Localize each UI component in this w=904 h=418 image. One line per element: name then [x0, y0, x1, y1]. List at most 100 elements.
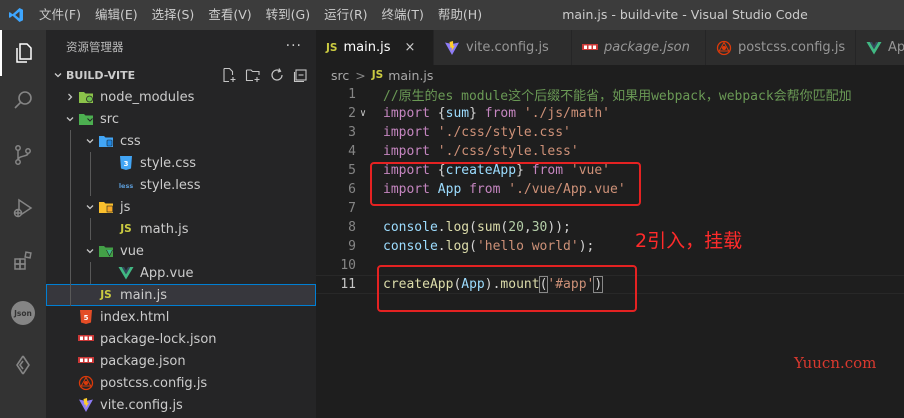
chevron-down-icon	[82, 130, 98, 152]
code-token: console	[383, 239, 438, 254]
npm-file-icon	[78, 353, 94, 369]
folder-icon	[98, 199, 114, 215]
tree-file[interactable]: JS math.js	[46, 218, 316, 240]
code-token: (	[469, 220, 477, 235]
explorer-icon[interactable]	[0, 30, 46, 76]
menu-item[interactable]: 编辑(E)	[88, 0, 145, 30]
breadcrumb: src > JS main.js	[316, 65, 904, 85]
menu-item[interactable]: 转到(G)	[259, 0, 317, 30]
explorer-sidebar: 资源管理器 ··· BUILD-VITE node_modules src css 3…	[46, 30, 316, 418]
code-line[interactable]: 3 import './css/style.css'	[316, 123, 904, 142]
line-source: console.log('hello world');	[383, 239, 594, 254]
tab-main-js[interactable]: JS main.js ×	[316, 30, 434, 65]
code-token: sum	[476, 220, 501, 235]
workspace-section-header[interactable]: BUILD-VITE	[46, 64, 316, 86]
refresh-icon[interactable]	[268, 66, 286, 84]
line-source: import './css/style.less'	[383, 144, 579, 159]
close-icon[interactable]: ×	[404, 40, 415, 55]
menu-item[interactable]: 帮助(H)	[431, 0, 489, 30]
search-icon[interactable]	[0, 78, 46, 124]
line-number: 2	[348, 106, 356, 121]
menu-item[interactable]: 查看(V)	[201, 0, 258, 30]
tree-file[interactable]: {less} style.less	[46, 174, 316, 196]
new-folder-icon[interactable]	[244, 66, 262, 84]
collapse-all-icon[interactable]	[292, 66, 310, 84]
json-extension-icon[interactable]: Json	[0, 290, 46, 336]
code-token: console	[383, 220, 438, 235]
line-number: 3	[348, 125, 356, 140]
code-token: 30	[531, 220, 548, 235]
tree-folder[interactable]: src	[46, 108, 316, 130]
new-file-icon[interactable]	[220, 66, 238, 84]
line-number: 1	[348, 87, 356, 102]
explorer-actions	[220, 66, 310, 84]
tree-file[interactable]: package.json	[46, 350, 316, 372]
chevron-down-icon	[82, 240, 98, 262]
tree-file[interactable]: App.vue	[46, 262, 316, 284]
code-line[interactable]: 9 console.log('hello world');	[316, 237, 904, 256]
remote-explorer-icon[interactable]	[0, 342, 46, 388]
tab-postcss-config-js[interactable]: postcss.config.js	[706, 30, 856, 65]
breadcrumb-file[interactable]: main.js	[388, 68, 433, 83]
code-token: (	[469, 239, 477, 254]
code-line[interactable]: 1 //原生的es module这个后缀不能省，如果用webpack，webpac…	[316, 85, 904, 104]
tree-file[interactable]: package-lock.json	[46, 328, 316, 350]
tree-file[interactable]: 3 style.css	[46, 152, 316, 174]
tree-file[interactable]: JS main.js	[46, 284, 316, 306]
js-file-icon: JS	[100, 289, 112, 301]
tree-file[interactable]: postcss.config.js	[46, 372, 316, 394]
menu-bar: 文件(F) 编辑(E) 选择(S) 查看(V) 转到(G) 运行(R) 终端(T) 帮助(H)	[32, 0, 489, 30]
line-number: 7	[348, 201, 356, 216]
menu-item[interactable]: 选择(S)	[145, 0, 202, 30]
breadcrumb-folder[interactable]: src	[331, 68, 349, 83]
vue-file-icon	[118, 265, 134, 281]
tree-file[interactable]: 5 index.html	[46, 306, 316, 328]
css-file-icon: 3	[118, 155, 134, 171]
tree-folder[interactable]: css	[46, 130, 316, 152]
source-control-icon[interactable]	[0, 132, 46, 178]
tab-app[interactable]: App	[856, 30, 904, 65]
line-source: import './css/style.css'	[383, 125, 571, 140]
tree-folder[interactable]: js	[46, 196, 316, 218]
chevron-down-icon	[82, 196, 98, 218]
code-token: import	[383, 106, 430, 121]
tree-folder[interactable]: node_modules	[46, 86, 316, 108]
menu-item[interactable]: 运行(R)	[317, 0, 374, 30]
activity-bar: Json	[0, 30, 46, 418]
code-line[interactable]: 2 ∨ import {sum} from './js/math'	[316, 104, 904, 123]
tree-file[interactable]: vite.config.js	[46, 394, 316, 416]
js-file-icon: JS	[120, 223, 132, 235]
code-line[interactable]: 8 console.log(sum(20,30));	[316, 218, 904, 237]
tree-folder[interactable]: vue	[46, 240, 316, 262]
vite-file-icon	[78, 397, 94, 413]
indent-guide	[70, 240, 71, 262]
line-number: 4	[348, 144, 356, 159]
tree-item-label: src	[100, 111, 119, 127]
tab-package-json[interactable]: package.json	[572, 30, 706, 65]
fold-chevron-icon[interactable]: ∨	[360, 108, 372, 119]
extensions-icon[interactable]	[0, 238, 46, 284]
tab-vite-config-js[interactable]: vite.config.js	[434, 30, 572, 65]
more-actions-button[interactable]: ···	[286, 38, 302, 54]
html-file-icon: 5	[78, 309, 94, 325]
code-line[interactable]: 4 import './css/style.less'	[316, 142, 904, 161]
tree-item-label: package-lock.json	[100, 331, 217, 347]
svg-text:{less}: {less}	[118, 182, 134, 190]
line-number: 8	[348, 220, 356, 235]
code-token: from	[484, 106, 517, 121]
code-token: .	[437, 239, 446, 254]
chevron-down-icon	[62, 108, 78, 130]
line-number: 6	[348, 182, 356, 197]
tree-item-label: postcss.config.js	[100, 375, 208, 391]
tab-label: main.js	[343, 40, 391, 55]
tree-item-label: style.less	[140, 177, 201, 193]
workspace-name: BUILD-VITE	[66, 68, 136, 82]
menu-item[interactable]: 终端(T)	[375, 0, 431, 30]
menu-item[interactable]: 文件(F)	[32, 0, 88, 30]
vscode-logo-icon[interactable]	[0, 0, 32, 30]
run-debug-icon[interactable]	[0, 185, 46, 231]
